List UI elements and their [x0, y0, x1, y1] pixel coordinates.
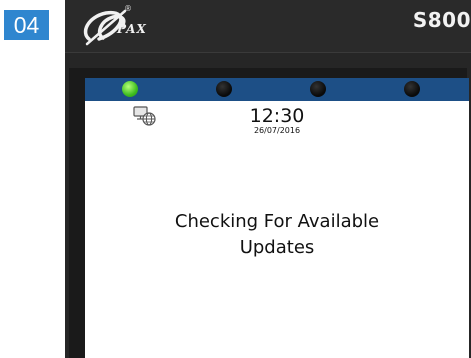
registered-mark: ®	[124, 4, 132, 13]
step-number-badge: 04	[4, 10, 49, 40]
pax-terminal: ® PAX S800 12:30 26/07/2016 Checking For…	[65, 0, 471, 358]
status-message-line-1: Checking For Available	[174, 211, 380, 232]
clock-date: 26/07/2016	[253, 126, 301, 135]
model-label: S800	[412, 8, 471, 32]
clock-time: 12:30	[249, 105, 305, 127]
status-led-4	[404, 81, 420, 97]
terminal-screen: 12:30 26/07/2016 Checking For Available …	[85, 78, 469, 358]
terminal-header: ® PAX S800	[65, 0, 471, 53]
brand-name: PAX	[117, 22, 147, 36]
status-led-2	[216, 81, 232, 97]
status-led-1	[122, 81, 138, 97]
status-led-3	[310, 81, 326, 97]
status-message-line-2: Updates	[239, 237, 315, 258]
status-bar	[85, 78, 469, 101]
status-message: Checking For Available Updates	[85, 209, 469, 261]
